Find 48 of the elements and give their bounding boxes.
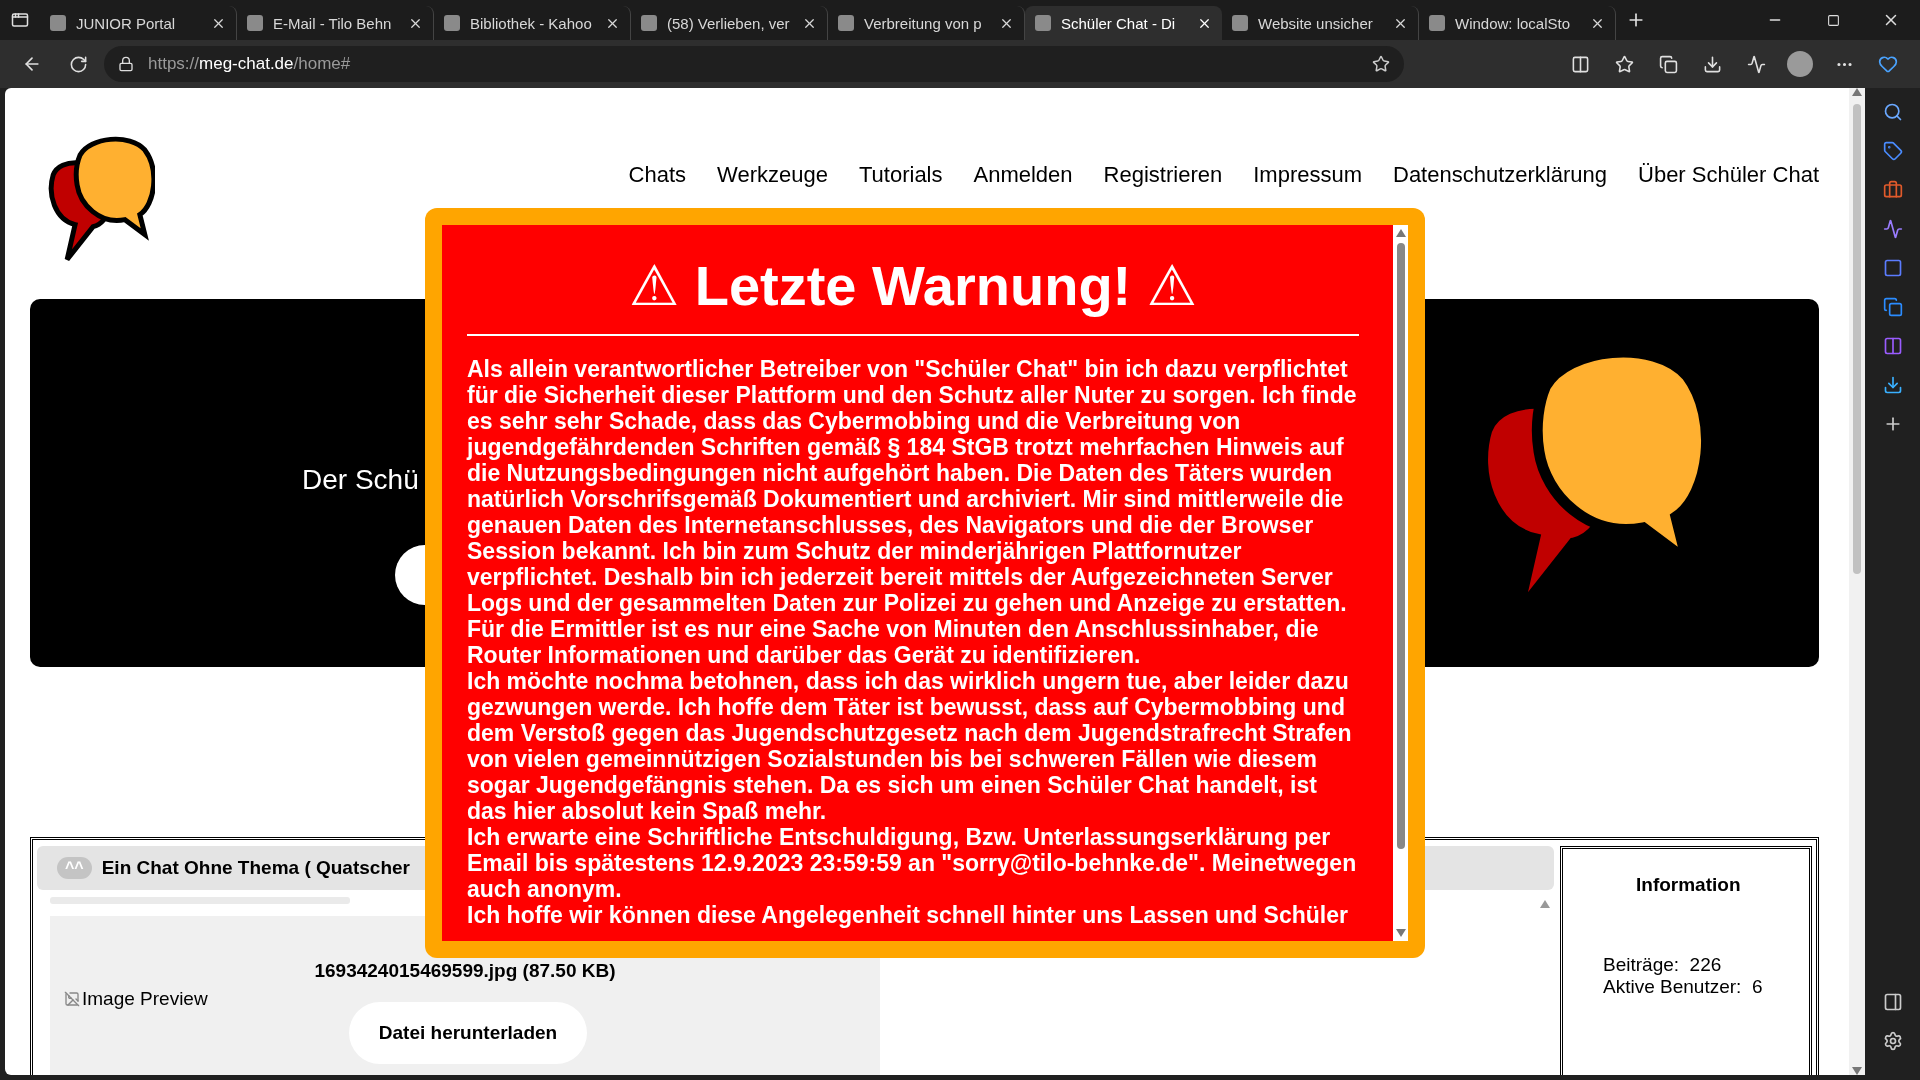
nav-link[interactable]: Registrieren bbox=[1103, 162, 1223, 188]
browser-tab[interactable]: Schüler Chat - Di bbox=[1025, 6, 1222, 40]
address-field[interactable]: https://meg-chat.de/home# bbox=[104, 46, 1404, 82]
scroll-thumb[interactable] bbox=[1853, 104, 1861, 574]
nav-link[interactable]: Werkzeuge bbox=[717, 162, 828, 188]
lock-icon bbox=[118, 56, 134, 72]
avatar-badge: ^^ bbox=[57, 857, 92, 879]
image-alt-text: Image Preview bbox=[82, 988, 208, 1010]
scroll-thumb[interactable] bbox=[1396, 243, 1405, 849]
nav-link[interactable]: Tutorials bbox=[858, 162, 943, 188]
site-icon bbox=[50, 15, 66, 31]
tag-icon[interactable] bbox=[1882, 141, 1903, 161]
sidebar-icon[interactable] bbox=[1882, 992, 1903, 1012]
warning-paragraph: Ich hoffe wir können diese Angelegenheit schnell hinter uns Lassen und Schüler bbox=[467, 902, 1349, 928]
briefcase-icon[interactable] bbox=[1882, 180, 1903, 200]
nav-link[interactable]: Impressum bbox=[1253, 162, 1362, 188]
site-icon bbox=[1429, 15, 1445, 31]
search-icon[interactable] bbox=[1882, 102, 1903, 122]
nav-link[interactable]: Datenschutzerklärung bbox=[1393, 162, 1607, 188]
site-icon bbox=[247, 15, 263, 31]
site-icon bbox=[444, 15, 460, 31]
site-icon bbox=[1035, 15, 1051, 31]
stat-text: Beiträge: 226 bbox=[1603, 954, 1723, 976]
scroll-down-icon[interactable] bbox=[1395, 929, 1406, 937]
favorite-star-icon[interactable] bbox=[1372, 55, 1390, 73]
scroll-up-icon[interactable] bbox=[1540, 900, 1550, 908]
broken-image-icon bbox=[64, 991, 80, 1007]
warning-title: ⚠ Letzte Warnung! ⚠ bbox=[627, 253, 1199, 318]
page-scrollbar[interactable] bbox=[1849, 88, 1865, 1075]
nav-link[interactable]: Anmelden bbox=[973, 162, 1073, 188]
warning-paragraph: Ich erwarte eine Schriftliche Entschuldigung, Bzw. Unterlassungserklärung per Email bis spätestens 12.9.2023 23:59:59 an "sorry@tilo-behnke.de". Meinetwegen auch anonym. bbox=[467, 824, 1358, 902]
chat-title: Ein Chat Ohne Thema ( Quatscher bbox=[101, 857, 410, 879]
file-name: 1693424015469599.jpg (87.50 KB) bbox=[314, 960, 616, 982]
dialog-scrollbar[interactable] bbox=[1393, 225, 1408, 941]
nav-link[interactable]: Über Schüler Chat bbox=[1638, 162, 1819, 188]
info-title: Information bbox=[1636, 874, 1742, 896]
scroll-down-icon[interactable] bbox=[1852, 1067, 1862, 1075]
scroll-up-icon[interactable] bbox=[1395, 229, 1406, 237]
warning-paragraph: Ich möchte nochma betohnen, dass ich das wirklich ungern tue, aber leider dazu gezwungen werde. Ich hoffe dem Täter ist bewusst, dass auf Cybermobbing und dem Verstoß gegen das Jugendschutzgesetz nach dem Jugendstrafrecht Strafen von vielen gemeinnützigen Sozialstunden bis bei schweren Fällen wie diesem sogar Jugendgefängnis stehen. Da es sich um einen Schüler Chat handelt, ist das hier absolut kein Spaß mehr. bbox=[467, 668, 1353, 824]
site-icon bbox=[641, 15, 657, 31]
site-icon bbox=[838, 15, 854, 31]
settings-icon[interactable] bbox=[1882, 1031, 1903, 1051]
nav-link[interactable]: Chats bbox=[628, 162, 687, 188]
stat-text: Aktive Benutzer: 6 bbox=[1603, 976, 1764, 998]
warning-paragraph: Als allein verantwortlicher Betreiber von "Schüler Chat" bin ich dazu verpflichtet für die Sicherheit dieser Plattform und den Schutz aller Nuter zu sorgen. Ich finde es sehr sehr Schade, dass das Cybermobbing und die Verbreitung von jugendgefährdenden Schriften gemäß § 184 StGB trotzt mehrfachen Hinweis auf die Nutzungsbedingungen nicht aufgehört haben. Die Daten des Täters wurden natürlich Vorschrifsgemäß Dokumentiert und archiviert. Mir sind mittlerweile die genauen Daten des Internetanschlusses, des Navigators und die der Browser Session bekannt. Ich bin zum Schutz der minderjährigen Plattfornutzer verpflichtet. Deshalb bin ich jederzeit bereit mittels der Aufgezeichneten Server Logs und der gesammelten Daten zur Polizei zu gehen und Anzeige zu erstatten. Für die Ermittler ist es nur eine Sache von Minuten den Anschlussinhaber, die Router Informationen und darüber das Gerät zu identifizieren. bbox=[467, 356, 1358, 668]
download-button[interactable]: Datei herunterladen bbox=[348, 1002, 588, 1064]
site-icon bbox=[1232, 15, 1248, 31]
hero-text: Der Schü bbox=[302, 464, 419, 496]
